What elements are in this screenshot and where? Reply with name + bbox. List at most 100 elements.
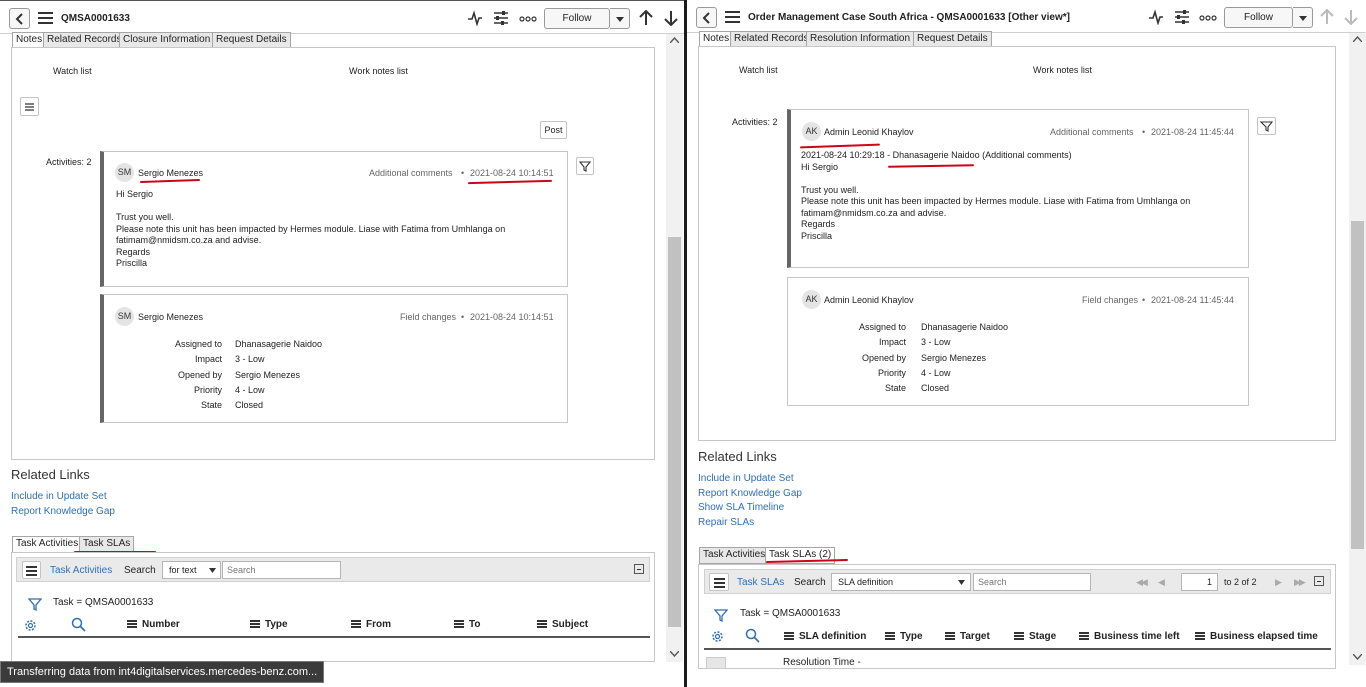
first-page-icon[interactable]: ◀◀ — [1136, 577, 1148, 588]
column-header-business-time-left[interactable]: Business time left — [1079, 631, 1180, 642]
entry-kind: Field changes — [1082, 295, 1139, 305]
tab-related-records[interactable]: Related Records — [43, 32, 126, 48]
link-report-knowledge-gap[interactable]: Report Knowledge Gap — [698, 488, 802, 499]
page-input[interactable]: 1 — [1181, 573, 1218, 591]
entry-author[interactable]: Admin Leonid Khaylov — [824, 295, 914, 305]
entry-author[interactable]: Admin Leonid Khaylov — [824, 127, 914, 137]
activity-filter-button[interactable] — [576, 157, 594, 175]
tab-resolution-information[interactable]: Resolution Information — [806, 31, 915, 47]
page-range: to 2 of 2 — [1224, 577, 1257, 587]
entry-kind: Additional comments — [369, 168, 453, 178]
next-page-icon[interactable]: ▶ — [1275, 577, 1282, 588]
collapse-toggle[interactable] — [634, 564, 644, 574]
list-menu-button[interactable] — [22, 561, 41, 579]
compose-toggle-button[interactable] — [20, 97, 39, 116]
column-header-from[interactable]: From — [351, 619, 391, 630]
more-icon[interactable] — [1199, 9, 1217, 25]
menu-icon[interactable] — [725, 11, 740, 23]
list-name[interactable]: Task Activities — [50, 565, 112, 576]
scrollbar[interactable] — [666, 34, 683, 662]
annotation-underline — [467, 179, 553, 185]
column-header-type[interactable]: Type — [885, 631, 923, 642]
back-button[interactable] — [9, 8, 30, 29]
menu-icon[interactable] — [38, 12, 53, 24]
arrow-down-icon[interactable] — [1344, 9, 1358, 25]
more-icon[interactable] — [519, 10, 537, 26]
list-menu-button[interactable] — [709, 573, 729, 591]
column-header-target[interactable]: Target — [945, 631, 990, 642]
scroll-up-icon[interactable] — [1353, 36, 1362, 42]
table-row-first-cell[interactable]: Resolution Time - — [783, 657, 861, 668]
column-header-type[interactable]: Type — [250, 619, 288, 630]
filter-icon[interactable] — [714, 608, 728, 622]
activity-icon[interactable] — [467, 10, 483, 26]
scroll-up-icon[interactable] — [670, 37, 679, 43]
tab-closure-information[interactable]: Closure Information — [119, 32, 215, 48]
tab-task-activities[interactable]: Task Activities — [699, 547, 770, 564]
arrow-up-icon[interactable] — [639, 10, 653, 26]
column-header-to[interactable]: To — [454, 619, 480, 630]
menu-icon — [26, 566, 37, 578]
watch-list-label: Watch list — [53, 66, 92, 76]
settings-sliders-icon[interactable] — [493, 10, 509, 26]
link-show-sla-timeline[interactable]: Show SLA Timeline — [698, 502, 784, 513]
scroll-down-icon[interactable] — [670, 651, 679, 657]
gear-icon[interactable] — [710, 629, 725, 644]
follow-button[interactable]: Follow — [544, 8, 610, 29]
scroll-down-icon[interactable] — [1353, 654, 1362, 660]
link-include-in-update-set[interactable]: Include in Update Set — [11, 491, 107, 502]
back-button[interactable] — [696, 7, 717, 28]
column-header-number[interactable]: Number — [127, 619, 180, 630]
link-include-in-update-set[interactable]: Include in Update Set — [698, 473, 794, 484]
column-header-sla-definition[interactable]: SLA definition — [784, 631, 866, 642]
entry-separator: • — [1142, 127, 1146, 137]
tab-task-activities[interactable]: Task Activities — [12, 536, 83, 553]
tab-notes[interactable]: Notes — [12, 32, 47, 48]
back-icon — [15, 13, 23, 25]
activity-filter-button[interactable] — [1257, 117, 1276, 135]
column-header-business-elapsed-time[interactable]: Business elapsed time — [1195, 631, 1318, 642]
chevron-down-icon — [616, 17, 624, 22]
link-repair-slas[interactable]: Repair SLAs — [698, 517, 754, 528]
follow-dropdown[interactable] — [1293, 7, 1313, 28]
arrow-up-icon[interactable] — [1320, 9, 1334, 25]
activity-entry-comment: AK Admin Leonid Khaylov Additional comme… — [787, 109, 1249, 268]
collapse-toggle[interactable] — [1314, 576, 1324, 586]
entry-kind: Additional comments — [1050, 127, 1134, 137]
list-name[interactable]: Task SLAs — [737, 577, 784, 588]
scrollbar-thumb[interactable] — [668, 237, 681, 627]
follow-button[interactable]: Follow — [1224, 7, 1293, 28]
scrollbar[interactable] — [1349, 33, 1366, 665]
tab-notes[interactable]: Notes — [699, 31, 734, 47]
tab-request-details[interactable]: Request Details — [212, 32, 291, 48]
activity-icon[interactable] — [1148, 9, 1164, 25]
post-button[interactable]: Post — [540, 121, 567, 139]
list-filter-condition: Task = QMSA0001633 — [740, 608, 841, 619]
search-input[interactable]: Search — [222, 561, 341, 579]
notes-panel: Watch list Work notes list Activities: 2… — [698, 46, 1336, 441]
avatar: AK — [802, 290, 821, 309]
entry-author[interactable]: Sergio Menezes — [138, 168, 203, 178]
tab-request-details[interactable]: Request Details — [913, 31, 992, 47]
settings-sliders-icon[interactable] — [1174, 9, 1190, 25]
arrow-down-icon[interactable] — [664, 10, 678, 26]
search-field-select[interactable]: SLA definition — [831, 573, 971, 591]
filter-icon[interactable] — [28, 597, 42, 611]
row-checkbox[interactable] — [706, 657, 726, 669]
column-header-stage[interactable]: Stage — [1014, 631, 1056, 642]
last-page-icon[interactable]: ▶▶ — [1294, 577, 1306, 588]
entry-author[interactable]: Sergio Menezes — [138, 312, 203, 322]
gear-icon[interactable] — [23, 618, 38, 633]
avatar: AK — [802, 122, 821, 141]
record-title: Order Management Case South Africa - QMS… — [748, 12, 1070, 23]
search-icon[interactable] — [71, 617, 86, 632]
tab-related-records[interactable]: Related Records — [730, 31, 813, 47]
follow-dropdown[interactable] — [610, 8, 630, 29]
link-report-knowledge-gap[interactable]: Report Knowledge Gap — [11, 506, 115, 517]
search-icon[interactable] — [745, 628, 760, 643]
activities-count: Activities: 2 — [46, 157, 92, 167]
column-header-subject[interactable]: Subject — [537, 619, 588, 630]
previous-page-icon[interactable]: ◀ — [1158, 577, 1165, 588]
search-input[interactable]: Search — [973, 573, 1091, 591]
scrollbar-thumb[interactable] — [1351, 221, 1364, 549]
